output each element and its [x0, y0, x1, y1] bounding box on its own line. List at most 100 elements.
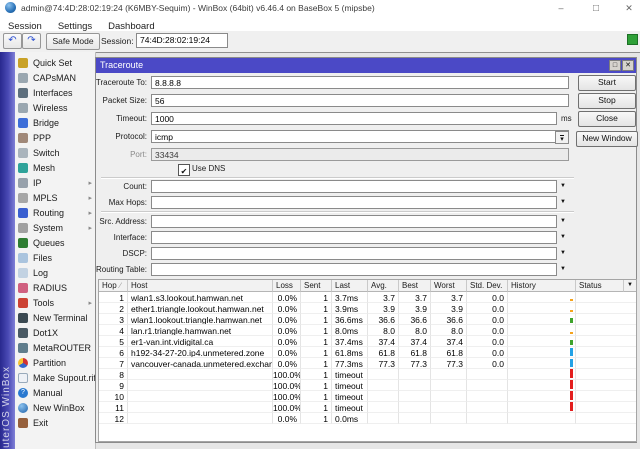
cell-host[interactable]: lan.r1.triangle.hamwan.net	[128, 325, 273, 336]
cell-history[interactable]	[508, 358, 576, 369]
cell-loss[interactable]: 0.0%	[273, 358, 301, 369]
sidebar-item-metarouter[interactable]: MetaROUTER	[15, 341, 95, 356]
cell-worst[interactable]	[431, 369, 467, 380]
cell-worst[interactable]: 61.8	[431, 347, 467, 358]
cell-status[interactable]	[576, 314, 637, 325]
cell-stddev[interactable]	[467, 402, 508, 413]
cell-hop[interactable]: 10	[99, 391, 128, 402]
cell-host[interactable]	[128, 391, 273, 402]
cell-hop[interactable]: 4	[99, 325, 128, 336]
max-hops-input[interactable]	[151, 196, 557, 209]
traceroute-maximize-icon[interactable]	[609, 60, 621, 71]
sidebar-item-queues[interactable]: Queues	[15, 236, 95, 251]
cell-history[interactable]	[508, 391, 576, 402]
cell-status[interactable]	[576, 303, 637, 314]
cell-host[interactable]	[128, 369, 273, 380]
column-header-host[interactable]: Host	[128, 280, 273, 292]
cell-loss[interactable]: 0.0%	[273, 292, 301, 303]
sidebar-item-new-terminal[interactable]: New Terminal	[15, 311, 95, 326]
cell-sent[interactable]: 1	[301, 303, 332, 314]
cell-status[interactable]	[576, 369, 637, 380]
cell-host[interactable]	[128, 380, 273, 391]
cell-sent[interactable]: 1	[301, 369, 332, 380]
cell-loss[interactable]: 0.0%	[273, 303, 301, 314]
cell-sent[interactable]: 1	[301, 325, 332, 336]
timeout-input[interactable]	[151, 112, 557, 125]
cell-history[interactable]	[508, 292, 576, 303]
protocol-input[interactable]	[151, 130, 569, 143]
sidebar-item-make-supout-rif[interactable]: Make Supout.rif	[15, 371, 95, 386]
cell-host[interactable]: wlan1.lookout.triangle.hamwan.net	[128, 314, 273, 325]
sidebar-item-files[interactable]: Files	[15, 251, 95, 266]
routing-table-dropdown-icon[interactable]	[560, 266, 570, 272]
cell-avg[interactable]: 37.4	[368, 336, 399, 347]
cell-worst[interactable]: 3.7	[431, 292, 467, 303]
cell-avg[interactable]: 3.9	[368, 303, 399, 314]
cell-stddev[interactable]	[467, 380, 508, 391]
cell-best[interactable]	[399, 369, 431, 380]
cell-status[interactable]	[576, 413, 637, 424]
cell-last[interactable]: 3.9ms	[332, 303, 368, 314]
column-header-stddev[interactable]: Std. Dev.	[467, 280, 508, 292]
undo-icon[interactable]	[3, 33, 22, 49]
close-icon[interactable]	[618, 2, 640, 14]
cell-sent[interactable]: 1	[301, 413, 332, 424]
cell-best[interactable]: 8.0	[399, 325, 431, 336]
cell-last[interactable]: 37.4ms	[332, 336, 368, 347]
cell-hop[interactable]: 9	[99, 380, 128, 391]
cell-stddev[interactable]	[467, 413, 508, 424]
sidebar-item-dot1x[interactable]: Dot1X	[15, 326, 95, 341]
protocol-dropdown-icon[interactable]	[555, 131, 569, 144]
cell-sent[interactable]: 1	[301, 380, 332, 391]
cell-status[interactable]	[576, 347, 637, 358]
cell-loss[interactable]: 0.0%	[273, 347, 301, 358]
cell-best[interactable]	[399, 402, 431, 413]
cell-sent[interactable]: 1	[301, 402, 332, 413]
sidebar-item-wireless[interactable]: Wireless	[15, 101, 95, 116]
cell-last[interactable]: timeout	[332, 391, 368, 402]
sidebar-item-bridge[interactable]: Bridge	[15, 116, 95, 131]
cell-host[interactable]: vancouver-canada.unmetered.exchange	[128, 358, 273, 369]
dscp-dropdown-icon[interactable]	[560, 250, 570, 256]
count-dropdown-icon[interactable]	[560, 183, 570, 189]
cell-sent[interactable]: 1	[301, 347, 332, 358]
cell-history[interactable]	[508, 336, 576, 347]
cell-hop[interactable]: 7	[99, 358, 128, 369]
cell-last[interactable]: 77.3ms	[332, 358, 368, 369]
sidebar-item-log[interactable]: Log	[15, 266, 95, 281]
sidebar-item-mesh[interactable]: Mesh	[15, 161, 95, 176]
cell-best[interactable]: 37.4	[399, 336, 431, 347]
sidebar-item-ip[interactable]: IP	[15, 176, 95, 191]
cell-loss[interactable]: 100.0%	[273, 391, 301, 402]
cell-best[interactable]: 61.8	[399, 347, 431, 358]
cell-loss[interactable]: 0.0%	[273, 336, 301, 347]
cell-loss[interactable]: 0.0%	[273, 314, 301, 325]
sidebar-item-quick-set[interactable]: Quick Set	[15, 56, 95, 71]
cell-last[interactable]: timeout	[332, 369, 368, 380]
cell-stddev[interactable]: 0.0	[467, 325, 508, 336]
cell-host[interactable]: h192-34-27-20.ip4.unmetered.zone	[128, 347, 273, 358]
cell-best[interactable]: 3.7	[399, 292, 431, 303]
cell-worst[interactable]: 36.6	[431, 314, 467, 325]
cell-hop[interactable]: 6	[99, 347, 128, 358]
close-button[interactable]: Close	[578, 111, 636, 127]
sidebar-item-radius[interactable]: RADIUS	[15, 281, 95, 296]
max-hops-dropdown-icon[interactable]	[560, 199, 570, 205]
cell-avg[interactable]: 77.3	[368, 358, 399, 369]
cell-stddev[interactable]: 0.0	[467, 314, 508, 325]
cell-stddev[interactable]: 0.0	[467, 292, 508, 303]
traceroute-close-icon[interactable]	[622, 60, 634, 71]
cell-stddev[interactable]: 0.0	[467, 358, 508, 369]
cell-sent[interactable]: 1	[301, 314, 332, 325]
cell-host[interactable]: ether1.triangle.lookout.hamwan.net	[128, 303, 273, 314]
sidebar-item-manual[interactable]: Manual	[15, 386, 95, 401]
cell-history[interactable]	[508, 413, 576, 424]
cell-loss[interactable]: 100.0%	[273, 369, 301, 380]
cell-last[interactable]: timeout	[332, 380, 368, 391]
cell-sent[interactable]: 1	[301, 336, 332, 347]
column-header-sent[interactable]: Sent	[301, 280, 332, 292]
cell-avg[interactable]	[368, 413, 399, 424]
sidebar-item-routing[interactable]: Routing	[15, 206, 95, 221]
cell-avg[interactable]	[368, 391, 399, 402]
cell-host[interactable]: wlan1.s3.lookout.hamwan.net	[128, 292, 273, 303]
